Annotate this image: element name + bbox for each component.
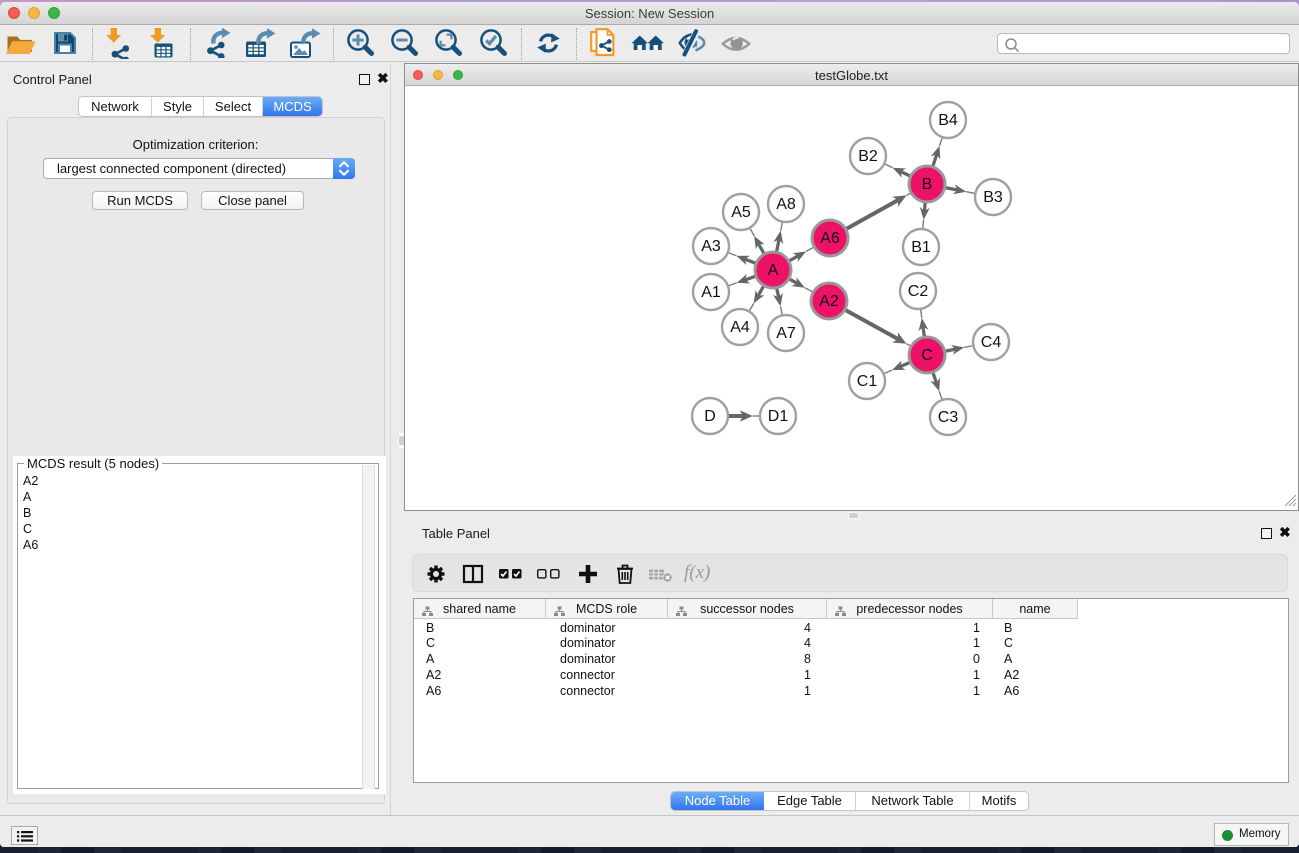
svg-text:B4: B4 <box>938 112 958 129</box>
svg-text:B1: B1 <box>911 239 931 256</box>
svg-text:B: B <box>922 176 933 193</box>
svg-text:C1: C1 <box>857 373 878 390</box>
svg-text:C3: C3 <box>938 409 959 426</box>
svg-text:A: A <box>768 262 779 279</box>
svg-text:A1: A1 <box>701 284 721 301</box>
svg-text:B2: B2 <box>858 148 878 165</box>
svg-text:C: C <box>921 347 933 364</box>
svg-text:A2: A2 <box>819 293 839 310</box>
svg-text:A5: A5 <box>731 204 751 221</box>
svg-text:A8: A8 <box>776 196 796 213</box>
svg-text:D: D <box>704 408 716 425</box>
svg-text:A4: A4 <box>730 319 750 336</box>
svg-text:A6: A6 <box>820 230 840 247</box>
svg-text:D1: D1 <box>768 408 789 425</box>
svg-text:A3: A3 <box>701 238 721 255</box>
svg-text:A7: A7 <box>776 325 796 342</box>
svg-text:B3: B3 <box>983 189 1003 206</box>
svg-text:C2: C2 <box>908 283 929 300</box>
svg-text:C4: C4 <box>981 334 1002 351</box>
